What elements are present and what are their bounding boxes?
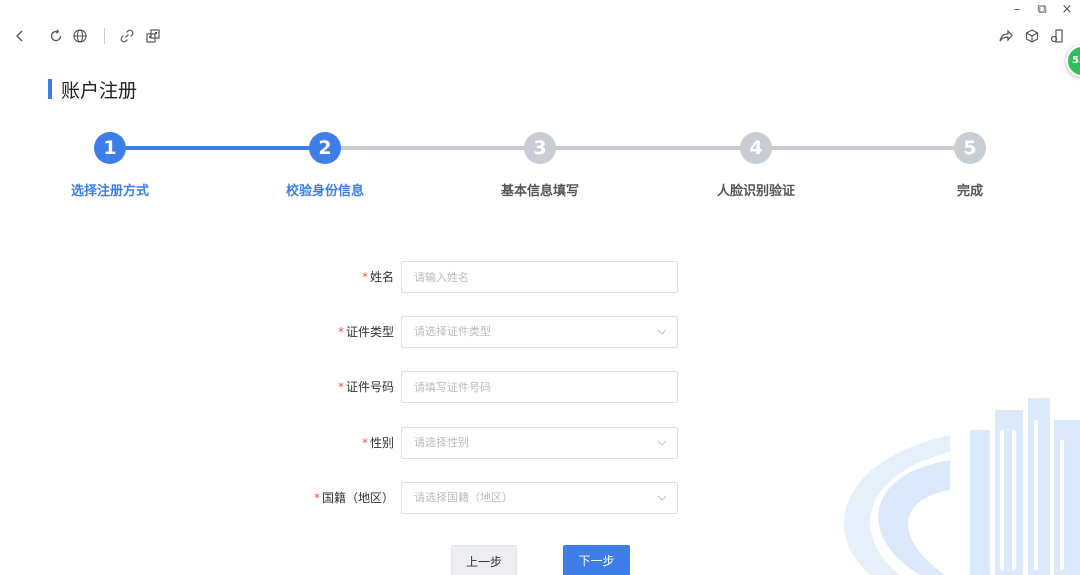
close-button[interactable]: × <box>1059 2 1075 18</box>
id-number-label: * 证件号码 <box>338 371 394 403</box>
step-5-circle: 5 <box>954 132 986 164</box>
nationality-label-text: 国籍（地区） <box>321 491 394 505</box>
nationality-placeholder: 请选择国籍（地区） <box>414 491 513 504</box>
nationality-row: * 国籍（地区） 请选择国籍（地区） <box>300 482 700 514</box>
id-number-row: * 证件号码 <box>300 371 700 403</box>
step-connector-1 <box>126 146 310 150</box>
chevron-down-icon <box>657 494 667 502</box>
id-type-placeholder: 请选择证件类型 <box>414 325 491 338</box>
id-number-input[interactable] <box>401 371 678 403</box>
id-type-row: * 证件类型 请选择证件类型 <box>300 316 700 348</box>
step-3-circle: 3 <box>524 132 556 164</box>
id-type-label-text: 证件类型 <box>345 325 394 339</box>
gender-placeholder: 请选择性别 <box>414 436 469 449</box>
cube-icon[interactable] <box>1022 26 1042 46</box>
restore-button[interactable]: ⧉ <box>1034 2 1050 18</box>
progress-steps: 1 2 3 4 5 选择注册方式 校验身份信息 基本信息填写 人脸识别验证 完成 <box>0 130 1080 210</box>
screenshot-icon[interactable] <box>1047 26 1067 46</box>
prev-step-button[interactable]: 上一步 <box>451 545 517 575</box>
step-3-label: 基本信息填写 <box>500 184 580 199</box>
required-mark: * <box>337 325 344 339</box>
id-type-label: * 证件类型 <box>338 316 394 348</box>
name-row: * 姓名 <box>300 261 700 293</box>
required-mark: * <box>313 491 320 505</box>
chevron-down-icon <box>657 328 667 336</box>
building-watermark-icon <box>844 398 1080 575</box>
step-1-circle: 1 <box>94 132 126 164</box>
required-mark: * <box>361 270 368 284</box>
refresh-icon[interactable] <box>46 26 66 46</box>
browser-toolbar: – ⧉ × <box>0 0 1080 60</box>
step-2-label: 校验身份信息 <box>285 184 365 199</box>
page-title-text: 账户注册 <box>61 79 138 102</box>
gender-row: * 性别 请选择性别 <box>300 427 700 459</box>
step-connector-3 <box>556 146 742 150</box>
gender-label: * 性别 <box>362 427 394 459</box>
gender-select[interactable]: 请选择性别 <box>401 427 678 459</box>
required-mark: * <box>337 380 344 394</box>
step-1-label: 选择注册方式 <box>70 184 150 199</box>
nationality-select[interactable]: 请选择国籍（地区） <box>401 482 678 514</box>
title-accent-bar <box>48 79 52 99</box>
globe-icon[interactable] <box>70 26 90 46</box>
minimize-button[interactable]: – <box>1009 2 1025 18</box>
link-icon[interactable] <box>117 26 137 46</box>
step-5-label: 完成 <box>956 184 984 199</box>
id-type-select[interactable]: 请选择证件类型 <box>401 316 678 348</box>
nationality-label: * 国籍（地区） <box>314 482 394 514</box>
gender-label-text: 性别 <box>369 436 394 450</box>
step-4-label: 人脸识别验证 <box>716 184 796 199</box>
step-connector-4 <box>772 146 956 150</box>
id-number-label-text: 证件号码 <box>345 380 394 394</box>
share-icon[interactable] <box>996 26 1016 46</box>
name-input[interactable] <box>401 261 678 293</box>
name-label-text: 姓名 <box>369 270 394 284</box>
back-icon[interactable] <box>10 26 30 46</box>
name-label: * 姓名 <box>362 261 394 293</box>
step-connector-2 <box>340 146 526 150</box>
step-4-circle: 4 <box>740 132 772 164</box>
required-mark: * <box>361 436 368 450</box>
qr-icon[interactable] <box>143 26 163 46</box>
page-title: 账户注册 <box>48 78 138 102</box>
next-step-button[interactable]: 下一步 <box>563 545 630 575</box>
toolbar-divider <box>104 28 105 44</box>
step-2-circle: 2 <box>309 132 341 164</box>
chevron-down-icon <box>657 439 667 447</box>
